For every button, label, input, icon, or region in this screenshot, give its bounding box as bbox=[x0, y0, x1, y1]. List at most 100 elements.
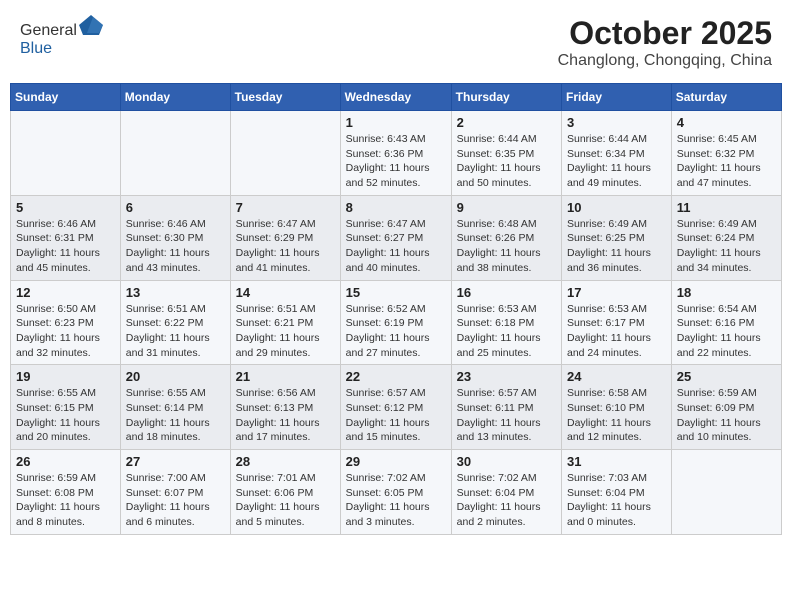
day-number: 28 bbox=[236, 454, 335, 469]
day-number: 15 bbox=[346, 285, 446, 300]
day-info: Sunrise: 6:55 AMSunset: 6:14 PMDaylight:… bbox=[126, 386, 225, 445]
day-info: Sunrise: 6:45 AMSunset: 6:32 PMDaylight:… bbox=[677, 132, 776, 191]
day-info: Sunrise: 6:49 AMSunset: 6:24 PMDaylight:… bbox=[677, 217, 776, 276]
day-number: 21 bbox=[236, 369, 335, 384]
day-info: Sunrise: 6:59 AMSunset: 6:08 PMDaylight:… bbox=[16, 471, 115, 530]
day-info: Sunrise: 7:03 AMSunset: 6:04 PMDaylight:… bbox=[567, 471, 666, 530]
day-info: Sunrise: 6:47 AMSunset: 6:29 PMDaylight:… bbox=[236, 217, 335, 276]
day-info: Sunrise: 7:02 AMSunset: 6:05 PMDaylight:… bbox=[346, 471, 446, 530]
calendar-cell bbox=[120, 111, 230, 196]
day-info: Sunrise: 6:49 AMSunset: 6:25 PMDaylight:… bbox=[567, 217, 666, 276]
day-number: 5 bbox=[16, 200, 115, 215]
calendar-cell: 30Sunrise: 7:02 AMSunset: 6:04 PMDayligh… bbox=[451, 450, 561, 535]
calendar-cell: 8 Sunrise: 6:47 AMSunset: 6:27 PMDaylight… bbox=[340, 195, 451, 280]
day-info: Sunrise: 6:58 AMSunset: 6:10 PMDaylight:… bbox=[567, 386, 666, 445]
calendar-cell: 18 Sunrise: 6:54 AMSunset: 6:16 PMDayligh… bbox=[671, 280, 781, 365]
weekday-header-row: SundayMondayTuesdayWednesdayThursdayFrid… bbox=[11, 84, 782, 111]
day-number: 9 bbox=[457, 200, 556, 215]
day-info: Sunrise: 6:56 AMSunset: 6:13 PMDaylight:… bbox=[236, 386, 335, 445]
day-number: 8 bbox=[346, 200, 446, 215]
day-info: Sunrise: 6:46 AMSunset: 6:30 PMDaylight:… bbox=[126, 217, 225, 276]
day-number: 11 bbox=[677, 200, 776, 215]
calendar-cell bbox=[671, 450, 781, 535]
day-info: Sunrise: 6:48 AMSunset: 6:26 PMDaylight:… bbox=[457, 217, 556, 276]
weekday-header-thursday: Thursday bbox=[451, 84, 561, 111]
title-block: October 2025 Changlong, Chongqing, China bbox=[558, 15, 772, 70]
calendar-week-row: 19 Sunrise: 6:55 AMSunset: 6:15 PMDayligh… bbox=[11, 365, 782, 450]
day-number: 7 bbox=[236, 200, 335, 215]
day-number: 29 bbox=[346, 454, 446, 469]
logo-blue-text: Blue bbox=[20, 40, 52, 57]
calendar-cell: 11 Sunrise: 6:49 AMSunset: 6:24 PMDayligh… bbox=[671, 195, 781, 280]
day-info: Sunrise: 7:00 AMSunset: 6:07 PMDaylight:… bbox=[126, 471, 225, 530]
day-info: Sunrise: 6:51 AMSunset: 6:21 PMDaylight:… bbox=[236, 302, 335, 361]
calendar-cell: 21 Sunrise: 6:56 AMSunset: 6:13 PMDayligh… bbox=[230, 365, 340, 450]
day-info: Sunrise: 6:50 AMSunset: 6:23 PMDaylight:… bbox=[16, 302, 115, 361]
calendar-week-row: 26 Sunrise: 6:59 AMSunset: 6:08 PMDayligh… bbox=[11, 450, 782, 535]
calendar-cell: 10 Sunrise: 6:49 AMSunset: 6:25 PMDayligh… bbox=[562, 195, 672, 280]
weekday-header-sunday: Sunday bbox=[11, 84, 121, 111]
calendar-cell: 12Sunrise: 6:50 AMSunset: 6:23 PMDayligh… bbox=[11, 280, 121, 365]
calendar-week-row: 5 Sunrise: 6:46 AMSunset: 6:31 PMDaylight… bbox=[11, 195, 782, 280]
logo: General Blue bbox=[20, 15, 103, 58]
calendar-week-row: 12Sunrise: 6:50 AMSunset: 6:23 PMDayligh… bbox=[11, 280, 782, 365]
day-info: Sunrise: 6:55 AMSunset: 6:15 PMDaylight:… bbox=[16, 386, 115, 445]
calendar-cell: 14 Sunrise: 6:51 AMSunset: 6:21 PMDayligh… bbox=[230, 280, 340, 365]
calendar-cell: 26 Sunrise: 6:59 AMSunset: 6:08 PMDayligh… bbox=[11, 450, 121, 535]
calendar-week-row: 1Sunrise: 6:43 AMSunset: 6:36 PMDaylight… bbox=[11, 111, 782, 196]
day-number: 2 bbox=[457, 115, 556, 130]
day-info: Sunrise: 6:44 AMSunset: 6:35 PMDaylight:… bbox=[457, 132, 556, 191]
day-number: 22 bbox=[346, 369, 446, 384]
day-number: 24 bbox=[567, 369, 666, 384]
calendar-cell: 29 Sunrise: 7:02 AMSunset: 6:05 PMDayligh… bbox=[340, 450, 451, 535]
day-info: Sunrise: 6:57 AMSunset: 6:11 PMDaylight:… bbox=[457, 386, 556, 445]
logo-general-text: General bbox=[20, 22, 77, 39]
day-number: 13 bbox=[126, 285, 225, 300]
day-number: 18 bbox=[677, 285, 776, 300]
day-info: Sunrise: 6:59 AMSunset: 6:09 PMDaylight:… bbox=[677, 386, 776, 445]
day-info: Sunrise: 6:47 AMSunset: 6:27 PMDaylight:… bbox=[346, 217, 446, 276]
day-info: Sunrise: 6:51 AMSunset: 6:22 PMDaylight:… bbox=[126, 302, 225, 361]
day-info: Sunrise: 6:52 AMSunset: 6:19 PMDaylight:… bbox=[346, 302, 446, 361]
calendar-cell: 2 Sunrise: 6:44 AMSunset: 6:35 PMDaylight… bbox=[451, 111, 561, 196]
day-number: 25 bbox=[677, 369, 776, 384]
weekday-header-wednesday: Wednesday bbox=[340, 84, 451, 111]
calendar-cell: 3Sunrise: 6:44 AMSunset: 6:34 PMDaylight… bbox=[562, 111, 672, 196]
calendar-cell bbox=[230, 111, 340, 196]
calendar-cell bbox=[11, 111, 121, 196]
day-number: 3 bbox=[567, 115, 666, 130]
calendar-cell: 6 Sunrise: 6:46 AMSunset: 6:30 PMDaylight… bbox=[120, 195, 230, 280]
day-number: 10 bbox=[567, 200, 666, 215]
calendar-cell: 15 Sunrise: 6:52 AMSunset: 6:19 PMDayligh… bbox=[340, 280, 451, 365]
day-info: Sunrise: 6:54 AMSunset: 6:16 PMDaylight:… bbox=[677, 302, 776, 361]
calendar-cell: 22 Sunrise: 6:57 AMSunset: 6:12 PMDayligh… bbox=[340, 365, 451, 450]
logo-icon bbox=[79, 15, 103, 35]
day-number: 31 bbox=[567, 454, 666, 469]
calendar-cell: 13 Sunrise: 6:51 AMSunset: 6:22 PMDayligh… bbox=[120, 280, 230, 365]
calendar-cell: 17 Sunrise: 6:53 AMSunset: 6:17 PMDayligh… bbox=[562, 280, 672, 365]
calendar-cell: 20Sunrise: 6:55 AMSunset: 6:14 PMDayligh… bbox=[120, 365, 230, 450]
month-title: October 2025 bbox=[558, 15, 772, 52]
day-number: 26 bbox=[16, 454, 115, 469]
day-info: Sunrise: 6:53 AMSunset: 6:17 PMDaylight:… bbox=[567, 302, 666, 361]
calendar-cell: 5 Sunrise: 6:46 AMSunset: 6:31 PMDaylight… bbox=[11, 195, 121, 280]
day-info: Sunrise: 6:43 AMSunset: 6:36 PMDaylight:… bbox=[346, 132, 446, 191]
page-header: General Blue October 2025 Changlong, Cho… bbox=[10, 10, 782, 75]
calendar-cell: 31 Sunrise: 7:03 AMSunset: 6:04 PMDayligh… bbox=[562, 450, 672, 535]
weekday-header-monday: Monday bbox=[120, 84, 230, 111]
day-number: 6 bbox=[126, 200, 225, 215]
weekday-header-tuesday: Tuesday bbox=[230, 84, 340, 111]
day-info: Sunrise: 6:53 AMSunset: 6:18 PMDaylight:… bbox=[457, 302, 556, 361]
calendar-cell: 28Sunrise: 7:01 AMSunset: 6:06 PMDayligh… bbox=[230, 450, 340, 535]
calendar-cell: 7 Sunrise: 6:47 AMSunset: 6:29 PMDaylight… bbox=[230, 195, 340, 280]
day-number: 19 bbox=[16, 369, 115, 384]
day-info: Sunrise: 6:46 AMSunset: 6:31 PMDaylight:… bbox=[16, 217, 115, 276]
calendar-cell: 4 Sunrise: 6:45 AMSunset: 6:32 PMDaylight… bbox=[671, 111, 781, 196]
day-number: 17 bbox=[567, 285, 666, 300]
day-info: Sunrise: 6:57 AMSunset: 6:12 PMDaylight:… bbox=[346, 386, 446, 445]
weekday-header-saturday: Saturday bbox=[671, 84, 781, 111]
day-number: 14 bbox=[236, 285, 335, 300]
calendar-cell: 1Sunrise: 6:43 AMSunset: 6:36 PMDaylight… bbox=[340, 111, 451, 196]
day-number: 4 bbox=[677, 115, 776, 130]
calendar-cell: 23Sunrise: 6:57 AMSunset: 6:11 PMDayligh… bbox=[451, 365, 561, 450]
